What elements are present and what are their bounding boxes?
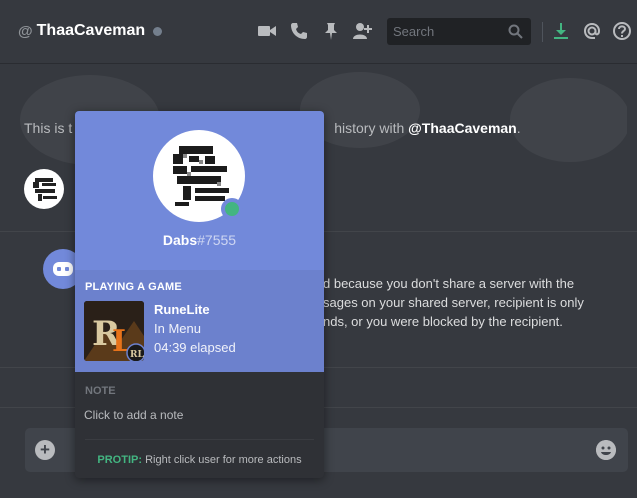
- game-state: In Menu: [154, 321, 201, 336]
- game-icon: R L RL: [84, 301, 144, 361]
- svg-text:RL: RL: [130, 350, 144, 360]
- welcome-suffix: history with: [334, 120, 409, 136]
- header-divider: [542, 22, 543, 42]
- help-icon[interactable]: [612, 21, 632, 41]
- dm-user-avatar[interactable]: [24, 169, 64, 209]
- game-title: RuneLite: [154, 302, 210, 317]
- note-input[interactable]: [84, 408, 314, 422]
- header-username[interactable]: ThaaCaveman: [37, 22, 146, 40]
- download-icon[interactable]: [551, 21, 571, 41]
- protip: PROTIP: Right click user for more action…: [75, 454, 324, 466]
- emoji-icon[interactable]: [596, 440, 616, 460]
- search-input[interactable]: [393, 24, 503, 39]
- video-call-icon[interactable]: [257, 21, 277, 41]
- user-popout: Dabs#7555 PLAYING A GAME R L RL RuneLite…: [75, 111, 324, 478]
- mention-icon[interactable]: [582, 21, 602, 41]
- welcome-user[interactable]: @ThaaCaveman: [408, 120, 517, 136]
- welcome-prefix: This is t: [24, 120, 73, 136]
- system-message: d because you don't share a server with …: [323, 274, 623, 331]
- search-icon[interactable]: [508, 24, 523, 39]
- popout-username: Dabs#7555: [75, 232, 324, 248]
- popout-name: Dabs: [162, 232, 198, 248]
- add-friend-icon[interactable]: [352, 21, 372, 41]
- protip-label: PROTIP:: [97, 454, 143, 466]
- system-line: nds, or you were blocked by the recipien…: [323, 314, 563, 329]
- system-line: d because you don't share a server with …: [323, 276, 575, 291]
- channel-header: @ ThaaCaveman: [0, 0, 637, 64]
- welcome-end: .: [516, 120, 521, 136]
- phone-call-icon[interactable]: [289, 21, 309, 41]
- note-header: NOTE: [85, 385, 116, 397]
- protip-text: Right click user for more actions: [142, 454, 302, 466]
- search-box[interactable]: [387, 18, 531, 45]
- popout-divider: [85, 439, 314, 440]
- add-attachment-icon[interactable]: +: [35, 440, 55, 460]
- activity-header: PLAYING A GAME: [85, 281, 182, 293]
- activity-section: PLAYING A GAME R L RL RuneLite In Menu 0…: [75, 270, 324, 372]
- at-icon: @: [18, 22, 33, 40]
- popout-discriminator: #7555: [197, 232, 237, 248]
- system-line: sages on your shared server, recipient i…: [323, 295, 584, 310]
- header-title: @ ThaaCaveman: [18, 22, 163, 40]
- popout-header: Dabs#7555: [75, 111, 324, 270]
- online-status-icon: [221, 198, 243, 220]
- pin-icon[interactable]: [321, 21, 341, 41]
- status-offline-icon: [153, 26, 163, 36]
- game-elapsed: 04:39 elapsed: [154, 340, 236, 355]
